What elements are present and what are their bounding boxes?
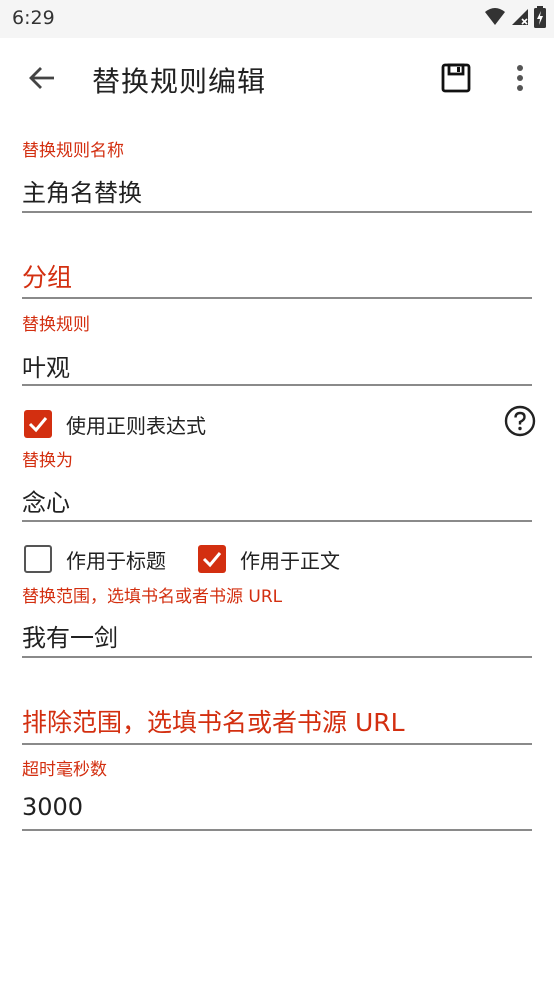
pattern-value: 叶观	[22, 354, 70, 382]
pattern-label: 替换规则	[22, 315, 90, 335]
status-bar: 6:29	[0, 0, 554, 38]
arrow-left-icon	[28, 64, 56, 96]
status-icons	[484, 6, 546, 32]
status-time: 6:29	[12, 7, 55, 29]
replacement-field[interactable]: 替换为 念心	[22, 446, 532, 526]
wifi-icon	[484, 7, 506, 31]
rule-name-label: 替换规则名称	[22, 141, 124, 161]
regex-help-button[interactable]	[503, 405, 537, 441]
use-regex-label: 使用正则表达式	[66, 413, 206, 438]
use-regex-checkbox[interactable]	[24, 410, 52, 438]
replacement-underline	[22, 520, 532, 522]
scope-underline	[22, 656, 532, 658]
scope-value: 我有一剑	[22, 624, 118, 652]
pattern-underline	[22, 384, 532, 386]
exclude-scope-underline	[22, 743, 532, 745]
apply-title-checkbox-row[interactable]: 作用于标题	[24, 543, 166, 575]
save-button[interactable]	[436, 60, 476, 100]
pattern-field[interactable]: 替换规则 叶观	[22, 310, 532, 390]
apply-content-checkbox-row[interactable]: 作用于正文	[198, 543, 340, 575]
scope-field[interactable]: 替换范围，选填书名或者书源 URL 我有一剑	[22, 582, 532, 662]
use-regex-checkbox-row[interactable]: 使用正则表达式	[24, 408, 206, 440]
rule-name-field[interactable]: 替换规则名称 主角名替换	[22, 136, 532, 216]
back-button[interactable]	[24, 62, 60, 98]
replacement-value: 念心	[22, 489, 70, 517]
help-circle-icon	[504, 405, 536, 441]
group-placeholder: 分组	[22, 263, 73, 292]
more-vert-icon	[516, 64, 524, 96]
timeout-label: 超时毫秒数	[22, 760, 107, 780]
more-options-button[interactable]	[504, 60, 536, 100]
scope-label: 替换范围，选填书名或者书源 URL	[22, 587, 283, 607]
apply-content-label: 作用于正文	[240, 548, 340, 573]
apply-title-label: 作用于标题	[66, 548, 166, 573]
check-icon	[202, 552, 222, 568]
app-bar: 替换规则编辑	[0, 38, 554, 122]
save-icon	[441, 63, 471, 97]
replacement-label: 替换为	[22, 451, 73, 471]
group-underline	[22, 297, 532, 299]
group-field[interactable]: 分组	[22, 255, 532, 303]
exclude-scope-placeholder: 排除范围，选填书名或者书源 URL	[22, 708, 405, 737]
apply-content-checkbox[interactable]	[198, 545, 226, 573]
rule-name-value: 主角名替换	[22, 179, 142, 207]
page-title: 替换规则编辑	[92, 65, 267, 98]
timeout-field[interactable]: 超时毫秒数 3000	[22, 755, 532, 835]
rule-name-underline	[22, 211, 532, 213]
exclude-scope-field[interactable]: 排除范围，选填书名或者书源 URL	[22, 700, 532, 748]
check-icon	[28, 417, 48, 433]
timeout-value: 3000	[22, 793, 84, 821]
signal-icon	[510, 7, 530, 31]
apply-title-checkbox[interactable]	[24, 545, 52, 573]
battery-icon	[534, 6, 546, 32]
timeout-underline	[22, 829, 532, 831]
